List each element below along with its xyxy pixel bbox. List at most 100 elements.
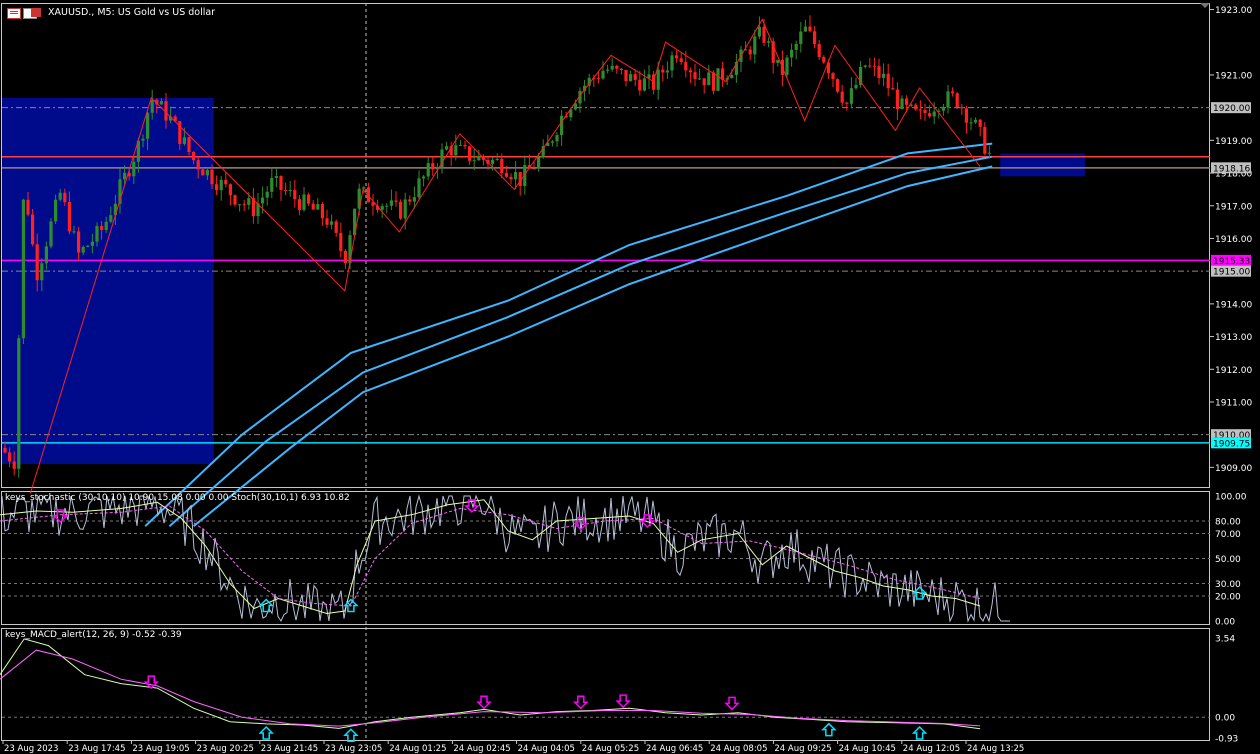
flag-icon xyxy=(31,8,41,17)
candle-body xyxy=(279,176,283,190)
stoch-tick-label: 0.00 xyxy=(1215,618,1235,628)
candle-body xyxy=(633,74,637,80)
candle-body xyxy=(330,221,334,225)
time-tick-label: 23 Aug 17:45 xyxy=(68,744,125,754)
candle-body xyxy=(261,197,265,204)
candle-body xyxy=(665,70,669,73)
candle-body xyxy=(661,69,665,73)
candle-body xyxy=(192,152,196,161)
candle-body xyxy=(504,172,508,177)
candle-body xyxy=(72,231,76,233)
candle-body xyxy=(445,146,449,150)
candle-body xyxy=(831,73,835,80)
down-arrow-icon xyxy=(143,675,160,690)
candle-body xyxy=(808,26,812,32)
candle-body xyxy=(95,226,99,242)
candle-body xyxy=(40,263,44,281)
candle-body xyxy=(307,194,311,204)
time-tick-label: 24 Aug 02:45 xyxy=(453,744,510,754)
up-arrow-icon-shape xyxy=(911,725,928,740)
price-tick-label: 1916.00 xyxy=(1215,235,1252,245)
chart-title: XAUUSD., M5: US Gold vs US dollar xyxy=(48,7,216,18)
candle-body xyxy=(872,65,876,67)
price-tick-label: 1909.00 xyxy=(1215,464,1252,474)
candle-body xyxy=(840,91,844,103)
candle-body xyxy=(187,137,191,153)
candle-body xyxy=(495,159,499,161)
candle-body xyxy=(288,190,292,192)
candle-body xyxy=(77,231,81,253)
time-tick-label: 23 Aug 19:05 xyxy=(132,744,189,754)
down-arrow-icon-shape xyxy=(724,696,740,711)
candle-body xyxy=(426,163,430,177)
time-tick-label: 24 Aug 09:25 xyxy=(774,744,831,754)
stochastic-title: keys_stochastic (30,10,10) 10.90 15.08 0… xyxy=(5,493,350,503)
candle-body xyxy=(12,461,16,469)
candle-body xyxy=(928,113,932,117)
candle-body xyxy=(895,89,899,110)
candle-body xyxy=(817,44,821,58)
chart-bars-icon[interactable] xyxy=(7,8,21,19)
candle-body xyxy=(918,109,922,111)
candle-body xyxy=(215,184,219,191)
candle-body xyxy=(210,169,214,185)
candle-body xyxy=(790,49,794,58)
candle-body xyxy=(537,157,541,169)
candle-body xyxy=(399,201,403,219)
candle-body xyxy=(49,221,53,247)
candle-body xyxy=(380,206,384,210)
candle-body xyxy=(182,137,186,144)
time-tick-label: 24 Aug 06:45 xyxy=(646,744,703,754)
candle-body xyxy=(762,26,766,43)
candle-body xyxy=(284,189,288,191)
candle-body xyxy=(422,176,426,179)
candle-body xyxy=(803,26,807,32)
candle-body xyxy=(141,138,145,141)
macd-panel xyxy=(1,628,1210,741)
candle-body xyxy=(316,204,320,210)
stoch-tick-label: 50.00 xyxy=(1215,555,1241,565)
time-tick-label: 23 Aug 2023 xyxy=(4,744,58,754)
up-arrow-icon xyxy=(258,725,275,740)
candle-body xyxy=(969,122,973,124)
candle-body xyxy=(932,111,936,117)
candle-body xyxy=(624,70,628,82)
down-arrow-icon xyxy=(572,695,589,710)
candle-body xyxy=(941,107,945,111)
macd-tick-label: 0.00 xyxy=(1215,714,1235,724)
down-arrow-icon xyxy=(615,694,631,709)
candle-body xyxy=(675,55,679,59)
candle-body xyxy=(302,194,306,210)
candle-body xyxy=(233,195,237,205)
down-arrow-icon-shape xyxy=(572,695,589,710)
macd-tick-label: 3.54 xyxy=(1215,635,1235,645)
candle-body xyxy=(477,155,481,161)
candle-body xyxy=(311,203,315,210)
candle-body xyxy=(610,65,614,70)
candle-body xyxy=(757,26,761,37)
candle-body xyxy=(104,221,108,231)
candle-body xyxy=(44,246,48,264)
candle-body xyxy=(868,65,872,67)
candle-body xyxy=(132,161,136,177)
moving-average-line xyxy=(168,155,993,527)
candle-body xyxy=(716,68,720,91)
candle-body xyxy=(532,168,536,170)
up-arrow-icon xyxy=(343,728,359,743)
candle-body xyxy=(109,215,113,222)
candle-body xyxy=(320,204,324,219)
candle-body xyxy=(242,204,246,206)
candle-body xyxy=(31,214,35,245)
price-tick-label: 1923.00 xyxy=(1215,6,1252,16)
candle-body xyxy=(463,144,467,147)
candle-body xyxy=(339,232,343,251)
candle-body xyxy=(17,338,21,469)
candle-body xyxy=(688,70,692,73)
stoch-tick-label: 100.00 xyxy=(1215,493,1247,503)
candle-body xyxy=(642,78,646,91)
macd-tick-label: -0.93 xyxy=(1215,735,1238,745)
candle-body xyxy=(983,126,987,154)
trading-chart[interactable]: 1923.001921.001919.001918.001917.001916.… xyxy=(0,0,1260,754)
candle-body xyxy=(403,199,407,219)
candle-body xyxy=(58,192,62,200)
